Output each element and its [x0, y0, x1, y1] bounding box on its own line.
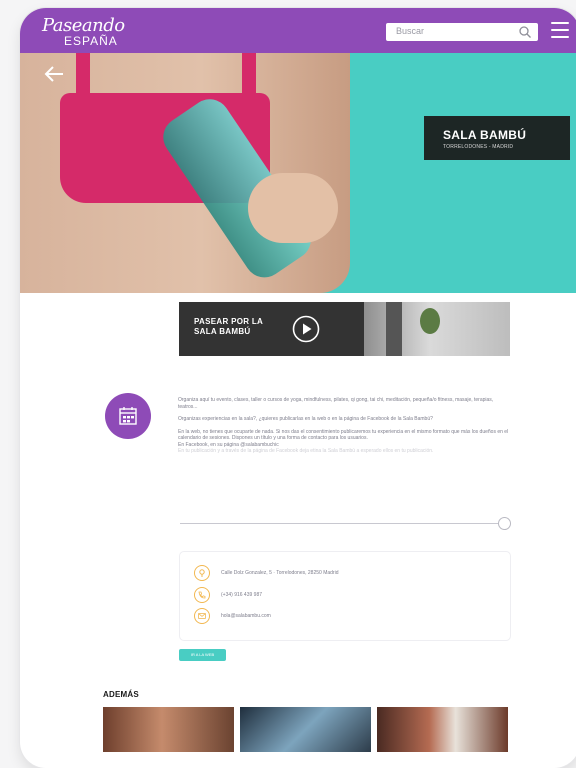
logo[interactable]: Paseando [42, 15, 125, 36]
place-card: SALA BAMBÚ TORRELODONES - MADRID [424, 116, 570, 160]
related-place-card[interactable] [377, 707, 508, 752]
calendar-icon [119, 407, 137, 425]
phone-icon [194, 587, 210, 603]
expand-toggle[interactable] [498, 517, 511, 530]
top-bar: Paseando ESPAÑA Buscar [20, 8, 576, 53]
contact-email[interactable]: hola@salabambu.com [221, 613, 271, 619]
hero-image: SALA BAMBÚ TORRELODONES - MADRID [20, 53, 576, 293]
contact-card: Calle Dolz Gonzalez, 5 · Torrelodones, 2… [179, 551, 511, 641]
virtual-tour-banner[interactable]: PASEAR POR LA SALA BAMBÚ [179, 302, 510, 356]
hero-hand [248, 173, 338, 243]
description-paragraph: En la web, no tienes que ocuparte de nad… [178, 428, 509, 442]
virtual-tour-label: PASEAR POR LA SALA BAMBÚ [194, 317, 264, 336]
description-paragraph: Organizas experiencias en la sala?, ¿qui… [178, 416, 433, 422]
contact-address: Calle Dolz Gonzalez, 5 · Torrelodones, 2… [221, 570, 339, 576]
arrow-left-icon[interactable] [43, 63, 65, 85]
virtual-tour-photo [364, 302, 510, 356]
logo-subtitle[interactable]: ESPAÑA [64, 34, 118, 48]
place-title: SALA BAMBÚ [443, 128, 527, 142]
visit-website-button[interactable]: IR A LA WEB [179, 649, 226, 661]
device-frame: Paseando ESPAÑA Buscar SALA BAMBÚ TORREL… [20, 8, 576, 768]
contact-phone[interactable]: (+34) 916 439 987 [221, 592, 262, 598]
calendar-badge [105, 393, 151, 439]
related-place-card[interactable] [103, 707, 234, 752]
related-place-card[interactable] [240, 707, 371, 752]
also-section-title: ADEMÁS [103, 690, 139, 699]
description-text: Organiza aquí tu evento, clases, taller … [178, 397, 510, 461]
mail-icon [194, 608, 210, 624]
place-location: TORRELODONES - MADRID [443, 144, 514, 150]
description-paragraph: En tu publicación y a través de la págin… [178, 448, 434, 454]
expand-line [180, 523, 510, 524]
play-icon[interactable] [292, 315, 320, 343]
page: Paseando ESPAÑA Buscar SALA BAMBÚ TORREL… [20, 8, 576, 768]
description-paragraph: Organiza aquí tu evento, clases, taller … [178, 397, 494, 410]
search-icon[interactable] [518, 25, 532, 39]
search-input[interactable]: Buscar [386, 23, 538, 41]
menu-icon[interactable] [551, 22, 569, 38]
location-icon [194, 565, 210, 581]
search-placeholder: Buscar [396, 26, 425, 36]
